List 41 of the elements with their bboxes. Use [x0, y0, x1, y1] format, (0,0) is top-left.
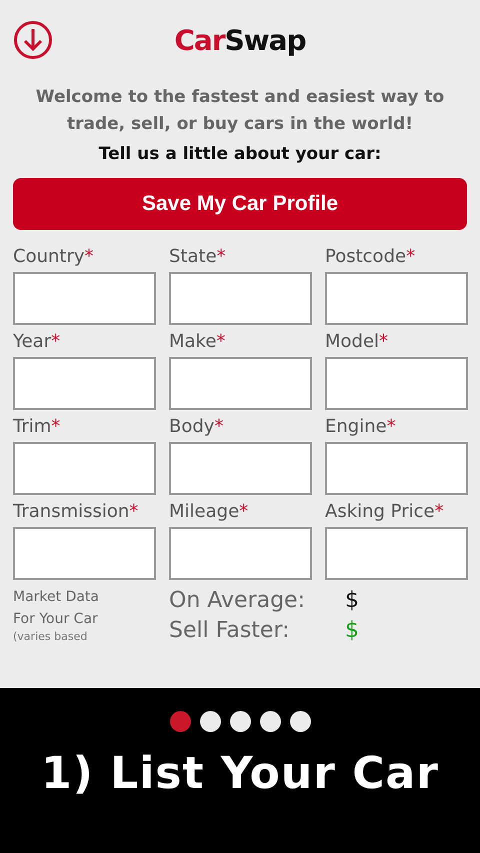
input-field[interactable]: [13, 357, 156, 410]
download-icon[interactable]: [13, 20, 53, 60]
input-field[interactable]: [13, 272, 156, 325]
page-dot[interactable]: [170, 711, 190, 732]
field-label: Model*: [325, 330, 390, 354]
field-label: Mileage*: [169, 500, 250, 524]
input-field[interactable]: [325, 527, 468, 580]
field-label: Asking Price*: [325, 500, 445, 524]
field-label: Body*: [169, 415, 224, 439]
page-dot[interactable]: [260, 711, 280, 732]
field-label: Engine*: [325, 415, 397, 439]
input-field[interactable]: [325, 357, 468, 410]
brand-logo: CarSwap: [174, 24, 306, 56]
price-label: Sell Faster:: [169, 617, 291, 645]
welcome-text: Welcome to the fastest and easiest way to trade, sell, or buy cars in the world!: [34, 86, 446, 136]
input-field[interactable]: [13, 527, 156, 580]
input-field[interactable]: [169, 527, 312, 580]
field-label: State*: [169, 245, 227, 269]
field-label: Postcode*: [325, 245, 416, 269]
market-data-label: Market Data For Your Car: [13, 588, 100, 629]
input-field[interactable]: [169, 357, 312, 410]
caption-text: 1) List Your Car: [41, 748, 439, 799]
page-dot[interactable]: [230, 711, 250, 732]
prompt-text: Tell us a little about your car:: [98, 144, 382, 164]
input-field[interactable]: [325, 442, 468, 495]
field-label: Make*: [169, 330, 226, 354]
market-note: (varies based: [13, 630, 88, 644]
price-value: $: [345, 587, 359, 615]
input-field[interactable]: [325, 272, 468, 325]
page-dot[interactable]: [200, 711, 220, 732]
input-field[interactable]: [169, 442, 312, 495]
field-label: Year*: [13, 330, 62, 354]
page-dot[interactable]: [290, 711, 310, 732]
price-label: On Average:: [169, 587, 306, 615]
field-label: Trim*: [13, 415, 62, 439]
input-field[interactable]: [13, 442, 156, 495]
price-value: $: [345, 617, 359, 645]
input-field[interactable]: [169, 272, 312, 325]
save-profile-button[interactable]: Save My Car Profile: [13, 178, 467, 230]
field-label: Transmission*: [13, 500, 140, 524]
field-label: Country*: [13, 245, 95, 269]
